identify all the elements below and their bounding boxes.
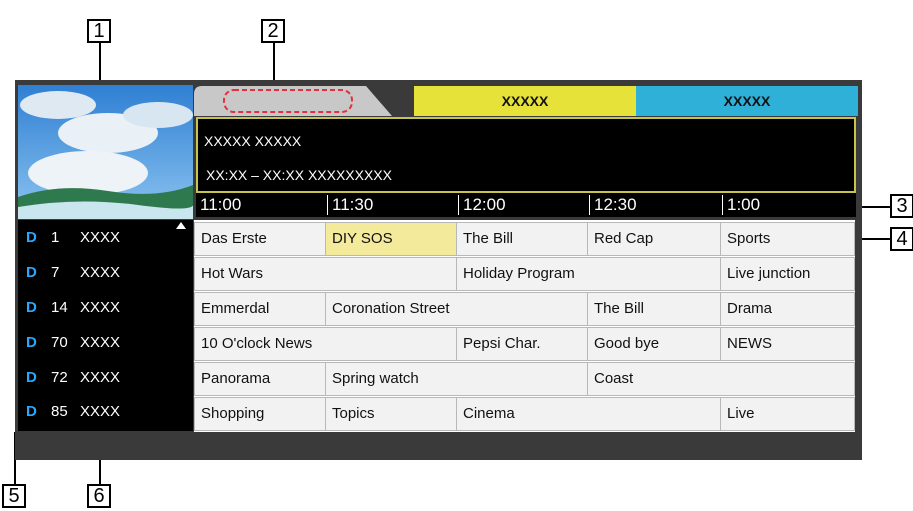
program-cell[interactable]: Live	[720, 397, 855, 431]
program-cell[interactable]: Shopping	[194, 397, 326, 431]
tv-preview-image	[18, 85, 193, 219]
tab-cyan[interactable]: XXXXX	[636, 86, 858, 116]
time-slot: 1:00	[722, 195, 853, 215]
program-cell[interactable]: Topics	[325, 397, 457, 431]
channel-number: 1	[51, 229, 60, 246]
channel-type: D	[26, 229, 37, 246]
program-cell[interactable]: The Bill	[456, 222, 588, 256]
time-slot: 12:30	[589, 195, 720, 215]
callout-3: 3	[890, 194, 913, 218]
callout-5: 5	[2, 484, 26, 508]
program-info-panel: XXXXX XXXXX XX:XX – XX:XX XXXXXXXXX	[196, 117, 856, 193]
channel-type: D	[26, 369, 37, 386]
channel-list: D 1 XXXX D 7 XXXX D 14 XXXX D 70 XXXX D …	[18, 220, 193, 431]
program-cell[interactable]: 10 O'clock News	[194, 327, 457, 361]
channel-row[interactable]: D 72 XXXX	[18, 362, 193, 394]
channel-row[interactable]: D 7 XXXX	[18, 257, 193, 289]
channel-name: XXXX	[80, 403, 121, 420]
tab-cyan-label: XXXXX	[723, 93, 771, 109]
channel-type: D	[26, 403, 37, 420]
channel-number: 85	[51, 403, 68, 420]
callout-6: 6	[87, 484, 111, 508]
callout-2: 2	[261, 19, 285, 43]
info-title: XXXXX XXXXX	[204, 133, 302, 149]
callout-4: 4	[890, 227, 913, 251]
channel-type: D	[26, 264, 37, 281]
program-cell[interactable]: Coast	[587, 362, 855, 396]
program-cell[interactable]: Cinema	[456, 397, 721, 431]
channel-type: D	[26, 334, 37, 351]
program-cell[interactable]: NEWS	[720, 327, 855, 361]
program-cell[interactable]: Pepsi Char.	[456, 327, 588, 361]
scroll-up-arrow-icon[interactable]	[176, 222, 186, 229]
program-cell[interactable]: Spring watch	[325, 362, 588, 396]
program-cell[interactable]: Emmerdal	[194, 292, 326, 326]
program-cell-selected[interactable]: DIY SOS	[325, 222, 457, 256]
program-cell[interactable]: Hot Wars	[194, 257, 457, 291]
channel-number: 14	[51, 299, 68, 316]
channel-number: 72	[51, 369, 68, 386]
callout-1: 1	[87, 19, 111, 43]
channel-row[interactable]: D 70 XXXX	[18, 327, 193, 359]
channel-row[interactable]: D 1 XXXX	[18, 222, 193, 254]
program-cell[interactable]: Das Erste	[194, 222, 326, 256]
time-slot: 11:00	[200, 195, 242, 214]
channel-type: D	[26, 299, 37, 316]
channel-name: XXXX	[80, 264, 121, 281]
time-slot: 11:30	[327, 195, 458, 215]
tab-yellow-label: XXXXX	[501, 93, 549, 109]
channel-name: XXXX	[80, 229, 121, 246]
program-grid: Das Erste DIY SOS The Bill Red Cap Sport…	[194, 220, 855, 432]
channel-name: XXXX	[80, 299, 121, 316]
program-cell[interactable]: Panorama	[194, 362, 326, 396]
tab-blank[interactable]	[194, 86, 414, 116]
program-cell[interactable]: Coronation Street	[325, 292, 588, 326]
channel-number: 7	[51, 264, 60, 281]
time-bar: 11:00 11:30 12:00 12:30 1:00	[196, 193, 856, 217]
program-cell[interactable]: The Bill	[587, 292, 721, 326]
program-cell[interactable]: Drama	[720, 292, 855, 326]
channel-row[interactable]: D 85 XXXX	[18, 396, 193, 428]
info-time: XX:XX – XX:XX XXXXXXXXX	[206, 167, 392, 183]
channel-name: XXXX	[80, 334, 121, 351]
program-cell[interactable]: Sports	[720, 222, 855, 256]
channel-name: XXXX	[80, 369, 121, 386]
channel-row[interactable]: D 14 XXXX	[18, 292, 193, 324]
program-cell[interactable]: Good bye	[587, 327, 721, 361]
program-cell[interactable]: Holiday Program	[456, 257, 721, 291]
tab-yellow[interactable]: XXXXX	[414, 86, 636, 116]
program-cell[interactable]: Live junction	[720, 257, 855, 291]
time-slot: 12:00	[458, 195, 589, 215]
program-cell[interactable]: Red Cap	[587, 222, 721, 256]
channel-number: 70	[51, 334, 68, 351]
